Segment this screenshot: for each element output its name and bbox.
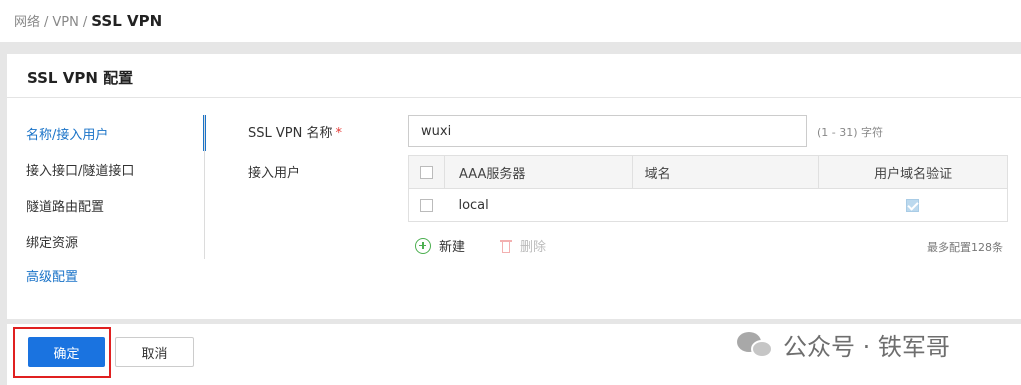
cancel-button[interactable]: 取消	[115, 337, 194, 367]
breadcrumb-current: SSL VPN	[91, 12, 163, 30]
column-header-domain-verify: 用户域名验证	[818, 155, 1008, 189]
config-panel: SSL VPN 配置 名称/接入用户 接入接口/隧道接口 隧道路由配置 绑定资源…	[7, 54, 1021, 319]
side-nav-divider	[204, 115, 205, 259]
domain-verify-checkbox[interactable]	[906, 198, 920, 212]
add-user-button[interactable]: 新建	[415, 236, 465, 255]
confirm-button[interactable]: 确定	[28, 337, 105, 367]
vpn-name-label: SSL VPN 名称 *	[248, 122, 342, 141]
side-nav-item-advanced[interactable]: 高级配置	[26, 266, 78, 285]
row-domain	[632, 188, 819, 222]
wechat-icon	[737, 330, 775, 360]
row-select-cell	[408, 188, 445, 222]
vpn-name-input[interactable]	[408, 115, 807, 147]
breadcrumb-separator: /	[82, 15, 88, 30]
add-user-label: 新建	[439, 240, 466, 255]
vpn-name-hint: (1 - 31) 字符	[817, 126, 884, 139]
select-all-checkbox[interactable]	[419, 165, 433, 179]
required-marker: *	[335, 126, 342, 141]
plus-circle-icon	[415, 237, 431, 254]
side-nav-item-tunnel-routes[interactable]: 隧道路由配置	[26, 196, 104, 215]
side-nav-item-name-users[interactable]: 名称/接入用户	[26, 124, 108, 143]
vpn-name-label-text: SSL VPN 名称	[248, 126, 333, 141]
row-select-checkbox[interactable]	[420, 198, 434, 212]
breadcrumb: 网络 / VPN / SSL VPN	[14, 11, 162, 30]
column-header-domain: 域名	[631, 155, 819, 189]
row-aaa-server: local	[444, 188, 633, 222]
table-header-row: AAA服务器 域名 用户域名验证	[408, 155, 1008, 189]
access-users-label: 接入用户	[248, 166, 301, 181]
breadcrumb-vpn[interactable]: VPN	[52, 15, 78, 30]
panel-title: SSL VPN 配置	[7, 54, 1021, 98]
column-header-aaa: AAA服务器	[443, 155, 633, 189]
table-row[interactable]: local	[408, 188, 1008, 222]
max-entries-hint: 最多配置128条	[927, 241, 1003, 254]
breadcrumb-network[interactable]: 网络	[14, 15, 40, 30]
delete-user-label: 删除	[520, 240, 547, 255]
delete-user-button[interactable]: 删除	[500, 236, 546, 255]
access-users-table: AAA服务器 域名 用户域名验证 local	[408, 155, 1008, 222]
breadcrumb-separator: /	[44, 15, 49, 30]
select-all-cell	[408, 155, 445, 189]
trash-icon	[500, 238, 512, 253]
watermark: 公众号 · 铁军哥	[737, 327, 950, 362]
side-nav-item-interfaces[interactable]: 接入接口/隧道接口	[26, 160, 134, 179]
side-nav-item-bind-resources[interactable]: 绑定资源	[26, 232, 78, 251]
top-bar: 网络 / VPN / SSL VPN	[0, 0, 1021, 42]
row-domain-verify-cell	[818, 188, 1008, 222]
watermark-text: 公众号 · 铁军哥	[783, 333, 950, 361]
